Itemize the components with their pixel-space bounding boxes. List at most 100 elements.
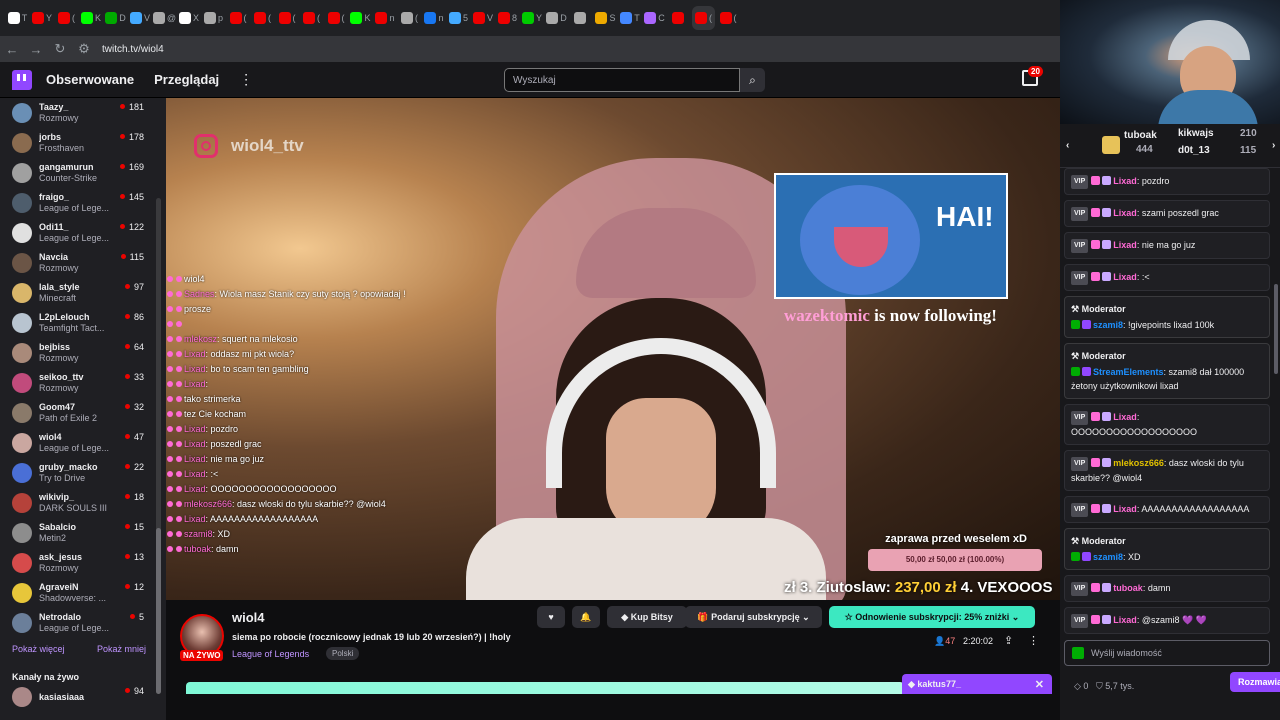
sidebar-scrollbar[interactable] <box>156 198 161 694</box>
bits-icon[interactable]: ◇ <box>1074 681 1083 692</box>
chat-message[interactable]: VIP mlekosz666: dasz wloski do tylu skarb… <box>1064 450 1270 491</box>
chat-username[interactable]: Lixad <box>1113 272 1137 282</box>
notification-bell-button[interactable]: 🔔 <box>572 606 600 628</box>
forward-icon[interactable]: → <box>24 42 48 57</box>
sidebar-item-wiol4[interactable]: wiol4 League of Lege... 47 <box>0 428 166 458</box>
sidebar-item-wikivip_[interactable]: wikivip_ DARK SOULS III 18 <box>0 488 166 518</box>
browser-tab[interactable]: ( <box>251 6 274 30</box>
chat-message[interactable]: VIP Lixad: pozdro <box>1064 168 1270 195</box>
reload-icon[interactable]: ↻ <box>48 41 72 57</box>
back-icon[interactable]: ← <box>0 42 24 57</box>
browser-tab[interactable]: 8 <box>496 6 519 30</box>
search-input[interactable]: Wyszukaj <box>504 68 740 92</box>
browser-tab[interactable]: 5 <box>447 6 470 30</box>
buy-bits-button[interactable]: ◆ Kup Bitsy <box>607 606 687 628</box>
browser-tab[interactable]: @ <box>153 6 176 30</box>
chat-message[interactable]: ⚒ Moderator szami8: XD <box>1064 528 1270 570</box>
browser-tab[interactable] <box>668 6 691 30</box>
chat-message[interactable]: ⚒ Moderator szami8: !givepoints lixad 100… <box>1064 296 1270 338</box>
chat-message[interactable]: VIP Lixad: OOOOOOOOOOOOOOOOOO <box>1064 404 1270 445</box>
browser-tab[interactable]: T <box>619 6 642 30</box>
sidebar-item-bejbiss[interactable]: bejbiss Rozmowy 64 <box>0 338 166 368</box>
chat-username[interactable]: Lixad <box>1113 208 1137 218</box>
chat-message[interactable]: VIP Lixad: @szami8 💜 💜 <box>1064 607 1270 634</box>
browser-tab[interactable]: ( <box>692 6 715 30</box>
chevron-left-icon[interactable]: ‹ <box>1066 140 1069 151</box>
browser-tab[interactable] <box>570 6 593 30</box>
browser-tab[interactable]: ( <box>398 6 421 30</box>
browser-tab[interactable]: S <box>594 6 617 30</box>
more-options-icon[interactable]: ⋮ <box>1028 634 1039 647</box>
chat-username[interactable]: StreamElements <box>1093 367 1164 377</box>
url-field[interactable]: twitch.tv/wiol4 <box>102 44 164 55</box>
close-icon[interactable]: ✕ <box>1035 678 1044 691</box>
sidebar-item-lala_style[interactable]: lala_style Minecraft 97 <box>0 278 166 308</box>
sidebar-item-odi11_[interactable]: Odi11_ League of Lege... 122 <box>0 218 166 248</box>
sidebar-item-gruby_macko[interactable]: gruby_macko Try to Drive 22 <box>0 458 166 488</box>
browser-tab[interactable]: Y <box>31 6 54 30</box>
browser-tab[interactable]: ( <box>55 6 78 30</box>
share-icon[interactable]: ⇪ <box>1004 634 1013 647</box>
chat-username[interactable]: szami8 <box>1093 552 1123 562</box>
browser-tab[interactable]: n <box>374 6 397 30</box>
channel-name[interactable]: wiol4 <box>232 610 265 625</box>
sidebar-item-taazy_[interactable]: Taazy_ Rozmowy 181 <box>0 98 166 128</box>
sidebar-item-kasiasiaaa[interactable]: kasiasiaaa 94 <box>0 682 166 712</box>
chat-username[interactable]: Lixad <box>1113 176 1137 186</box>
more-menu-icon[interactable]: ⋮ <box>239 71 253 88</box>
browser-tab[interactable]: C <box>643 6 666 30</box>
browser-tab[interactable]: ( <box>325 6 348 30</box>
follow-heart-button[interactable]: ♥ <box>537 606 565 628</box>
search-button[interactable]: ⌕ <box>740 68 765 92</box>
sidebar-item-ask_jesus[interactable]: ask_jesus Rozmowy 13 <box>0 548 166 578</box>
sidebar-item-l2plelouch[interactable]: L2pLelouch Teamfight Tact... 86 <box>0 308 166 338</box>
chat-username[interactable]: Lixad <box>1113 412 1137 422</box>
chat-message[interactable]: VIP Lixad: nie ma go juz <box>1064 232 1270 259</box>
browser-tab[interactable]: D <box>104 6 127 30</box>
chat-username[interactable]: Lixad <box>1113 615 1137 625</box>
send-chat-button[interactable]: Rozmawiaj <box>1230 672 1280 692</box>
chat-username[interactable]: tuboak <box>1113 583 1143 593</box>
nav-browse[interactable]: Przeglądaj <box>154 72 219 87</box>
chat-message[interactable]: VIP Lixad: AAAAAAAAAAAAAAAAAA <box>1064 496 1270 523</box>
sidebar-item-jorbs[interactable]: jorbs Frosthaven 178 <box>0 128 166 158</box>
nav-following[interactable]: Obserwowane <box>46 72 134 87</box>
chat-message[interactable]: VIP Lixad: :< <box>1064 264 1270 291</box>
channel-points-icon[interactable]: ⛉ <box>1088 681 1105 692</box>
browser-tab[interactable]: n <box>423 6 446 30</box>
sidebar-item-navcia[interactable]: Navcia Rozmowy 115 <box>0 248 166 278</box>
show-less-button[interactable]: Pokaż mniej <box>97 644 146 662</box>
gift-sub-button[interactable]: 🎁 Podaruj subskrypcję ⌄ <box>685 606 822 628</box>
browser-tab[interactable]: K <box>80 6 103 30</box>
browser-tab[interactable]: ( <box>276 6 299 30</box>
chat-username[interactable]: Lixad <box>1113 504 1137 514</box>
chat-message[interactable]: VIP tuboak: damn <box>1064 575 1270 602</box>
browser-tab[interactable]: ( <box>227 6 250 30</box>
sidebar-item-agravein[interactable]: AgraveiN Shadowverse: ... 12 <box>0 578 166 608</box>
chat-message[interactable]: VIP Lixad: szami poszedl grac <box>1064 200 1270 227</box>
language-tag[interactable]: Polski <box>326 647 360 660</box>
gift-toast[interactable]: ◆ kaktus77_ ✕ <box>902 674 1052 694</box>
show-more-button[interactable]: Pokaż więcej <box>12 644 65 662</box>
browser-tab[interactable]: p <box>202 6 225 30</box>
browser-tab[interactable]: X <box>178 6 201 30</box>
renew-subscription-button[interactable]: ☆ Odnowienie subskrypcji: 25% zniżki ⌄ <box>829 606 1035 628</box>
sidebar-item-sabalcio[interactable]: Sabalcio Metin2 15 <box>0 518 166 548</box>
twitch-logo-icon[interactable] <box>12 69 32 90</box>
chevron-right-icon[interactable]: › <box>1272 140 1275 151</box>
chat-username[interactable]: mlekosz666 <box>1113 458 1164 468</box>
browser-tab[interactable]: Y <box>521 6 544 30</box>
sidebar-item-fraigo_[interactable]: fraigo_ League of Lege... 145 <box>0 188 166 218</box>
chat-username[interactable]: szami8 <box>1093 320 1123 330</box>
site-info-icon[interactable]: ⚙ <box>72 41 96 57</box>
sidebar-item-goom47[interactable]: Goom47 Path of Exile 2 32 <box>0 398 166 428</box>
browser-tab[interactable]: ( <box>300 6 323 30</box>
browser-tab[interactable]: V <box>129 6 152 30</box>
chat-message[interactable]: ⚒ Moderator StreamElements: szami8 dał 10… <box>1064 343 1270 399</box>
browser-tab[interactable]: ( <box>717 6 740 30</box>
browser-tab[interactable]: D <box>545 6 568 30</box>
sidebar-item-netrodalo[interactable]: Netrodalo League of Lege... 5 <box>0 608 166 638</box>
chat-username[interactable]: Lixad <box>1113 240 1137 250</box>
sidebar-item-seikoo_ttv[interactable]: seikoo_ttv Rozmowy 33 <box>0 368 166 398</box>
chat-scrollbar[interactable] <box>1274 284 1278 374</box>
